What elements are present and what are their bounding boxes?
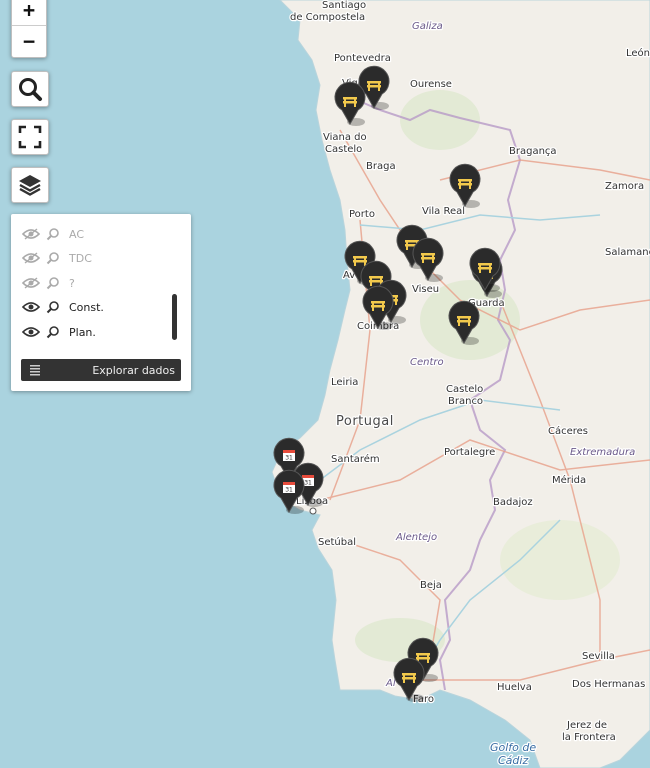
explore-data-button[interactable]: Explorar dados	[21, 359, 181, 381]
place-compostela: de Compostela	[290, 12, 365, 23]
region-alentejo: Alentejo	[395, 532, 437, 543]
place-santarem: Santarém	[331, 453, 380, 465]
place-setubal: Setúbal	[318, 536, 356, 548]
zoom-to-layer-icon[interactable]	[46, 227, 60, 241]
place-jerez-2: la Frontera	[562, 732, 616, 743]
place-pontevedra: Pontevedra	[334, 53, 391, 64]
place-castelo-2: Branco	[448, 396, 483, 407]
zoom-to-layer-icon[interactable]	[46, 251, 60, 265]
layer-row[interactable]: TDC	[22, 248, 92, 268]
forest-area	[500, 520, 620, 600]
zoom-in-button[interactable]: +	[12, 0, 46, 25]
fullscreen-button[interactable]	[11, 119, 49, 155]
zoom-to-layer-icon[interactable]	[46, 300, 60, 314]
layer-row[interactable]: AC	[22, 224, 84, 244]
explore-data-label: Explorar dados	[92, 363, 175, 377]
place-leon: León	[626, 47, 650, 59]
country-portugal: Portugal	[336, 414, 394, 429]
sea-golfo-1: Golfo de	[490, 741, 536, 754]
eye-off-icon[interactable]	[22, 277, 40, 289]
zoom-out-button[interactable]: −	[12, 25, 46, 56]
region-extremadura: Extremadura	[570, 447, 635, 458]
layer-label: ?	[69, 276, 75, 290]
layer-label: TDC	[69, 251, 92, 265]
region-galiza: Galiza	[412, 21, 443, 32]
zoom-to-layer-icon[interactable]	[46, 325, 60, 339]
place-dos-hermanas: Dos Hermanas	[572, 679, 645, 690]
place-vila-real: Vila Real	[422, 206, 465, 217]
place-castelo-1: Castelo	[446, 384, 483, 395]
place-viana-1: Viana do	[323, 132, 367, 143]
region-centro: Centro	[410, 357, 444, 368]
place-jerez-1: Jerez de	[566, 720, 607, 731]
place-braganca: Bragança	[509, 146, 557, 157]
place-salamanca: Salamanc	[605, 247, 650, 258]
fullscreen-icon	[18, 125, 42, 149]
layer-panel-scrollbar[interactable]	[172, 294, 177, 340]
place-porto: Porto	[349, 209, 375, 220]
layer-label: Const.	[69, 300, 104, 314]
place-huelva: Huelva	[497, 682, 532, 693]
eye-off-icon[interactable]	[22, 228, 40, 240]
place-merida: Mérida	[552, 474, 586, 486]
place-braga: Braga	[366, 161, 396, 172]
sea-golfo-2: Cádiz	[498, 754, 528, 767]
layer-label: AC	[69, 227, 85, 241]
place-badajoz: Badajoz	[493, 497, 533, 508]
place-beja: Beja	[420, 580, 442, 591]
region-algarve: Al	[385, 678, 396, 689]
place-viseu: Viseu	[412, 284, 439, 295]
place-viana-2: Castelo	[325, 144, 362, 155]
layers-icon	[19, 175, 41, 196]
eye-icon[interactable]	[22, 326, 40, 338]
place-sevilla: Sevilla	[582, 651, 615, 662]
search-button[interactable]	[11, 71, 49, 107]
place-ourense: Ourense	[410, 79, 452, 90]
place-caceres: Cáceres	[548, 425, 588, 437]
list-icon	[30, 365, 40, 376]
place-leiria: Leiria	[331, 377, 358, 388]
zoom-control: + −	[11, 0, 47, 58]
eye-off-icon[interactable]	[22, 252, 40, 264]
search-icon	[19, 78, 42, 101]
layers-button[interactable]	[11, 167, 49, 203]
place-zamora: Zamora	[605, 181, 644, 192]
city-dot	[309, 507, 317, 515]
zoom-to-layer-icon[interactable]	[46, 276, 60, 290]
place-portalegre: Portalegre	[444, 447, 495, 458]
eye-icon[interactable]	[22, 301, 40, 313]
place-santiago: Santiago	[322, 0, 366, 11]
layer-label: Plan.	[69, 325, 96, 339]
layer-row[interactable]: Plan.	[22, 322, 96, 342]
layer-row[interactable]: Const.	[22, 297, 104, 317]
layer-row[interactable]: ?	[22, 273, 75, 293]
